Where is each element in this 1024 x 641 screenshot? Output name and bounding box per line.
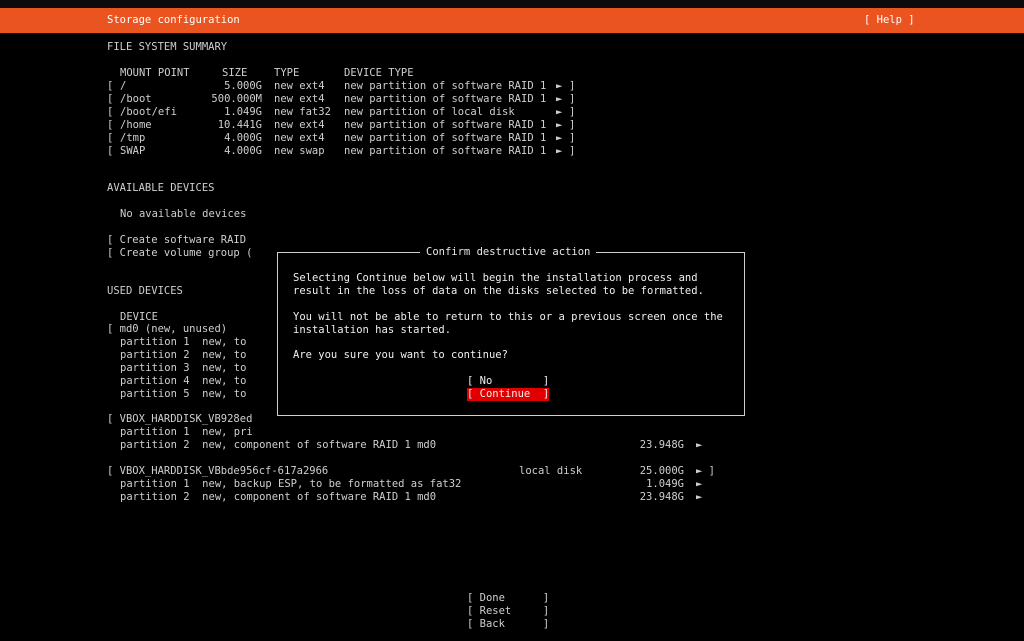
md0-partition-row: partition 5 new, to xyxy=(120,388,247,400)
row-close-bracket: ] xyxy=(569,132,576,144)
disk-vb928ed-partition-1: partition 1 new, pri xyxy=(120,426,253,438)
dialog-message-line: You will not be able to return to this o… xyxy=(293,311,723,323)
row-open-bracket: [ xyxy=(107,106,114,118)
disk-kind: local disk xyxy=(519,465,583,477)
dialog-message-line: result in the loss of data on the disks … xyxy=(293,285,704,297)
size: 10.441G xyxy=(217,119,262,131)
back-button[interactable]: [ Back ] xyxy=(467,618,549,631)
partition-menu-arrow-icon[interactable]: ► xyxy=(696,439,702,452)
mount-point: /boot xyxy=(120,93,152,105)
window-top-strip xyxy=(0,0,1024,8)
disk-vbbde956cf-row[interactable]: [ VBOX_HARDDISK_VBbde956cf-617a2966 xyxy=(107,465,328,478)
used-devices-heading: USED DEVICES xyxy=(107,285,183,297)
row-open-bracket: [ xyxy=(107,145,114,157)
fs-type: new ext4 xyxy=(274,80,325,92)
reset-button[interactable]: [ Reset ] xyxy=(467,605,549,618)
no-button[interactable]: [ No ] xyxy=(467,375,549,388)
size: 5.000G xyxy=(224,80,262,92)
md0-partition-row: partition 2 new, to xyxy=(120,349,247,361)
row-arrow-icon: ► xyxy=(556,132,563,144)
no-available-devices: No available devices xyxy=(120,208,247,220)
row-close-bracket: ] xyxy=(569,145,576,157)
size: 4.000G xyxy=(224,145,262,157)
partition-size: 23.948G xyxy=(639,491,684,503)
disk-vb928ed-partition-2: partition 2 new, component of software R… xyxy=(120,439,437,451)
row-close-bracket: ] xyxy=(569,106,576,118)
size: 4.000G xyxy=(224,132,262,144)
row-arrow-icon: ► xyxy=(556,80,563,92)
column-mount-point: MOUNT POINT xyxy=(120,67,190,79)
md0-partition-row: partition 1 new, to xyxy=(120,336,247,348)
done-button[interactable]: [ Done ] xyxy=(467,592,549,605)
partition-menu-arrow-icon[interactable]: ► xyxy=(696,491,702,504)
dialog-question: Are you sure you want to continue? xyxy=(293,349,508,361)
column-device-type: DEVICE TYPE xyxy=(344,67,414,79)
row-open-bracket: [ xyxy=(107,119,114,131)
row-open-bracket: [ xyxy=(107,80,114,92)
partition-size: 1.049G xyxy=(646,478,684,490)
disk-vb928ed-row[interactable]: [ VBOX_HARDDISK_VB928ed xyxy=(107,413,252,426)
column-size: SIZE xyxy=(222,67,248,79)
size: 1.049G xyxy=(224,106,262,118)
row-arrow-icon: ► xyxy=(556,106,563,118)
dialog-message-line: installation has started. xyxy=(293,324,452,336)
row-close-bracket: ] xyxy=(569,80,576,92)
create-software-raid-button[interactable]: [ Create software RAID xyxy=(107,234,246,247)
mount-point: /tmp xyxy=(120,132,146,144)
disk-size: 25.000G xyxy=(639,465,684,477)
header-bar: Storage configuration [ Help ] xyxy=(0,8,1024,33)
dialog-message-line: Selecting Continue below will begin the … xyxy=(293,272,698,284)
mount-point: / xyxy=(120,80,127,92)
continue-button[interactable]: [ Continue ] xyxy=(467,388,550,401)
disk-vbbde956cf-partition-1: partition 1 new, backup ESP, to be forma… xyxy=(120,478,462,490)
md0-partition-row: partition 3 new, to xyxy=(120,362,247,374)
row-close-bracket: ] xyxy=(569,119,576,131)
column-type: TYPE xyxy=(274,67,300,79)
fs-type: new swap xyxy=(274,145,325,157)
fs-type: new ext4 xyxy=(274,132,325,144)
confirm-destructive-dialog: Confirm destructive action Selecting Con… xyxy=(277,245,745,416)
fs-summary-heading: FILE SYSTEM SUMMARY xyxy=(107,41,228,53)
fs-type: new fat32 xyxy=(274,106,331,118)
help-button[interactable]: [ Help ] xyxy=(864,14,915,26)
row-open-bracket: [ xyxy=(107,132,114,144)
row-close-bracket: ] xyxy=(569,93,576,105)
md0-partition-row: partition 4 new, to xyxy=(120,375,247,387)
mount-point: /boot/efi xyxy=(120,106,177,118)
available-devices-heading: AVAILABLE DEVICES xyxy=(107,182,215,194)
device-type: new partition of software RAID 1 xyxy=(344,145,547,157)
device-type: new partition of software RAID 1 xyxy=(344,93,547,105)
row-open-bracket: [ xyxy=(107,93,114,105)
row-arrow-icon: ► xyxy=(556,145,563,157)
device-type: new partition of software RAID 1 xyxy=(344,119,547,131)
mount-point: SWAP xyxy=(120,145,146,157)
fs-type: new ext4 xyxy=(274,93,325,105)
partition-size: 23.948G xyxy=(639,439,684,451)
row-arrow-icon: ► xyxy=(556,119,563,131)
size: 500.000M xyxy=(211,93,262,105)
mount-point: /home xyxy=(120,119,152,131)
disk-menu-arrow-icon[interactable]: ► ] xyxy=(696,465,715,478)
row-arrow-icon: ► xyxy=(556,93,563,105)
dialog-title: Confirm destructive action xyxy=(420,245,597,259)
create-volume-group-button[interactable]: [ Create volume group ( xyxy=(107,247,252,260)
partition-menu-arrow-icon[interactable]: ► xyxy=(696,478,702,491)
device-type: new partition of software RAID 1 xyxy=(344,80,547,92)
md0-device-row[interactable]: [ md0 (new, unused) xyxy=(107,323,227,336)
device-type: new partition of software RAID 1 xyxy=(344,132,547,144)
device-type: new partition of local disk xyxy=(344,106,515,118)
fs-type: new ext4 xyxy=(274,119,325,131)
disk-vbbde956cf-partition-2: partition 2 new, component of software R… xyxy=(120,491,437,503)
page-title: Storage configuration xyxy=(107,14,240,26)
